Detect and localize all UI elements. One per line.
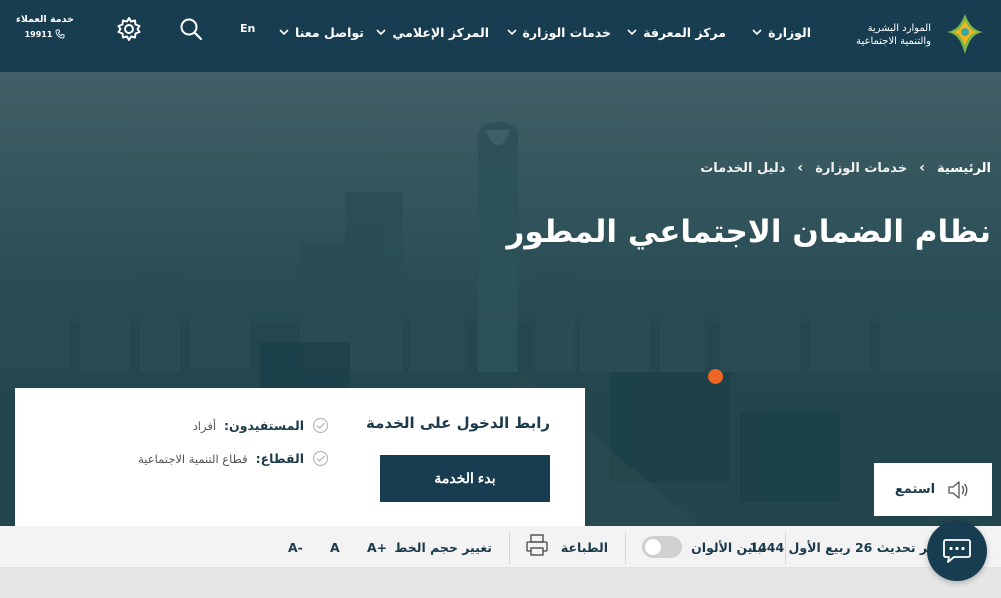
speaker-icon <box>948 480 968 499</box>
nav-item-ministry[interactable]: الوزارة <box>752 22 811 42</box>
customer-service[interactable]: خدمة العملاء 19911 <box>14 14 76 39</box>
listen-label: استمع <box>894 482 936 497</box>
hero-banner: الرئيسية › خدمات الوزارة › دليل الخدمات … <box>0 72 1001 526</box>
sector-value: قطاع التنمية الاجتماعية <box>138 451 248 466</box>
page-footer-strip <box>0 568 1001 598</box>
nav-item-contact-us[interactable]: تواصل معنا <box>279 22 364 42</box>
top-navigation-bar: الموارد البشرية والتنمية الاجتماعية الوز… <box>0 0 1001 72</box>
customer-service-title: خدمة العملاء <box>16 14 74 25</box>
sector-label: القطاع: <box>255 451 304 466</box>
nav-item-ministry-services[interactable]: خدمات الوزارة <box>506 22 611 42</box>
beneficiaries-value: أفراد <box>192 418 217 433</box>
logo-line-1: الموارد البشرية <box>867 23 931 34</box>
chevron-left-icon: › <box>797 160 804 176</box>
print-label[interactable]: الطباعة <box>561 526 608 568</box>
phone-icon <box>55 29 65 39</box>
nav-item-label: خدمات الوزارة <box>522 24 611 40</box>
beneficiaries-row: المستفيدون: أفراد <box>193 417 329 434</box>
nav-item-label: تواصل معنا <box>295 24 364 40</box>
font-decrease-button[interactable]: A- <box>288 526 303 568</box>
ministry-logo-text: الموارد البشرية والتنمية الاجتماعية <box>856 22 931 48</box>
font-normal-button[interactable]: A <box>330 526 340 568</box>
start-service-button[interactable]: بدء الخدمة <box>380 455 550 502</box>
nav-item-knowledge-center[interactable]: مركز المعرفة <box>627 22 726 42</box>
toolbar-divider <box>509 532 510 564</box>
customer-service-number-row: 19911 <box>14 29 76 39</box>
nav-item-label: المركز الإعلامي <box>392 24 489 40</box>
chevron-down-icon <box>627 29 637 36</box>
service-link-title: رابط الدخول على الخدمة <box>366 414 550 432</box>
chevron-left-icon: › <box>919 160 925 176</box>
map-marker-dot <box>708 369 723 384</box>
accessibility-toolbar: آخر تحديث 26 ربيع الأول 1444 تباين الألو… <box>0 526 1001 568</box>
breadcrumb-services-guide[interactable]: دليل الخدمات <box>700 161 785 176</box>
nav-item-label: الوزارة <box>768 24 811 40</box>
breadcrumb: الرئيسية › خدمات الوزارة › دليل الخدمات <box>700 160 991 176</box>
breadcrumb-home[interactable]: الرئيسية <box>937 161 991 176</box>
chevron-down-icon <box>376 29 387 36</box>
search-icon[interactable] <box>178 16 204 42</box>
chevron-down-icon <box>279 29 289 36</box>
check-icon <box>312 450 329 467</box>
listen-button[interactable]: استمع <box>874 463 992 516</box>
language-switch[interactable]: En <box>240 22 255 35</box>
logo-line-2: والتنمية الاجتماعية <box>856 36 931 47</box>
ministry-logo[interactable]: الموارد البشرية والتنمية الاجتماعية <box>831 8 991 60</box>
chat-icon <box>943 539 971 563</box>
chevron-down-icon <box>752 29 762 36</box>
page-title: نظام الضمان الاجتماعي المطور <box>506 214 991 250</box>
print-icon[interactable] <box>525 533 549 557</box>
sector-row: القطاع: قطاع التنمية الاجتماعية <box>138 450 329 467</box>
nav-item-media-center[interactable]: المركز الإعلامي <box>376 22 489 42</box>
breadcrumb-ministry-services[interactable]: خدمات الوزارة <box>815 161 907 176</box>
toolbar-divider <box>625 532 626 564</box>
service-card: رابط الدخول على الخدمة بدء الخدمة المستف… <box>15 388 585 526</box>
ministry-logo-icon <box>947 14 983 54</box>
contrast-toggle[interactable] <box>642 536 682 558</box>
settings-icon[interactable] <box>116 16 142 42</box>
beneficiaries-label: المستفيدون: <box>224 418 304 433</box>
customer-service-number: 19911 <box>24 29 53 39</box>
check-icon <box>312 417 329 434</box>
nav-item-label: مركز المعرفة <box>643 24 726 40</box>
last-update: آخر تحديث 26 ربيع الأول 1444 <box>749 539 941 555</box>
contrast-label: تباين الألوان <box>691 539 767 555</box>
chat-button[interactable] <box>927 521 987 581</box>
font-increase-button[interactable]: A+ <box>367 526 387 568</box>
font-size-label: تغيير حجم الخط <box>394 539 492 555</box>
chevron-down-icon <box>506 29 517 36</box>
toolbar-divider <box>785 532 786 564</box>
